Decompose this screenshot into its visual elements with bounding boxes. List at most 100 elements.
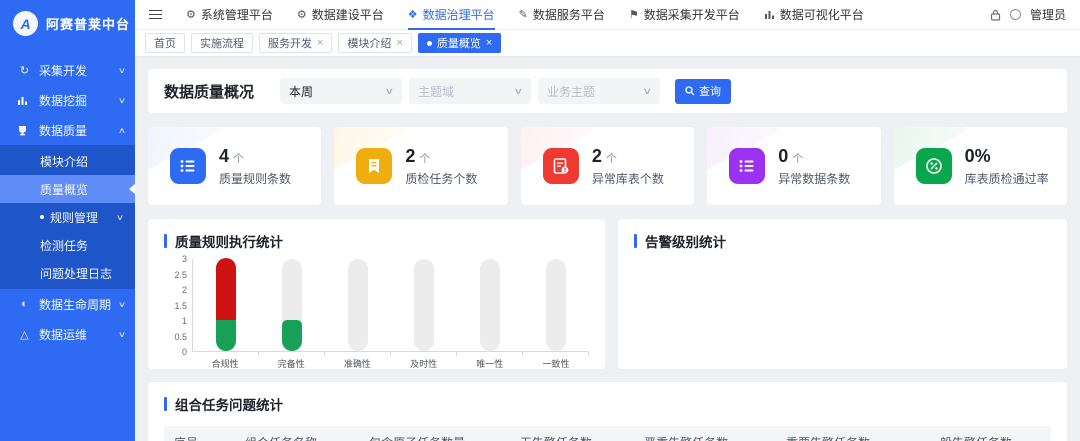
list-icon <box>729 148 765 184</box>
stat-cards-row: 4个 质量规则条数 2个 质检任务个数 2个 异常库表个数 <box>148 127 1067 205</box>
panel-title: 告警级别统计 <box>634 231 1051 251</box>
sidebar-item-quality-overview[interactable]: 质量概览 <box>0 175 135 203</box>
chevron-up-icon: ∧ <box>118 126 126 135</box>
sidebar: A 阿赛普莱中台 ↻ 采集开发 ∨ 数据挖掘 ∨ 数据质量 ∧ 模块介绍 <box>0 0 135 441</box>
y-tick-label: 2 <box>182 285 187 295</box>
sidebar-item-issue-log[interactable]: 问题处理日志 <box>0 259 135 287</box>
doc-alert-icon <box>543 148 579 184</box>
alert-level-panel: 告警级别统计 <box>618 219 1067 369</box>
pen-icon: ✎ <box>519 8 528 21</box>
percent-icon <box>916 148 952 184</box>
nav-item-data-service-platform[interactable]: ✎ 数据服务平台 <box>519 0 605 30</box>
y-tick-label: 1.5 <box>174 301 187 311</box>
stat-value: 0% <box>965 146 991 167</box>
sidebar-item-data-quality[interactable]: 数据质量 ∧ <box>0 115 135 145</box>
active-dot-icon <box>427 41 432 46</box>
column-header: 组合任务名称 <box>235 434 359 441</box>
subject-domain-select[interactable]: 主题域 ∨ <box>409 78 531 104</box>
tab-implementation-flow[interactable]: 实施流程 <box>191 33 253 53</box>
bookmark-icon <box>356 148 392 184</box>
sidebar-item-module-intro[interactable]: 模块介绍 <box>0 147 135 175</box>
title-marker <box>164 397 167 411</box>
y-tick-label: 0.5 <box>174 332 187 342</box>
chart-panels-row: 质量规则执行统计 00.511.522.53 合规性完备性准确性及时性唯一性一致… <box>148 219 1067 369</box>
chevron-down-icon: ∨ <box>118 300 126 309</box>
lifecycle-icon: ◐ <box>17 298 32 310</box>
chart-column <box>523 259 589 351</box>
bullet-dot-icon <box>40 215 44 219</box>
column-header: 一般告警任务数 <box>918 434 1051 441</box>
tab-quality-overview[interactable]: 质量概览 × <box>418 33 501 53</box>
list-icon <box>170 148 206 184</box>
nav-item-data-governance-platform[interactable]: ❖ 数据治理平台 <box>408 0 495 30</box>
chart-y-axis: 00.511.522.53 <box>164 259 192 352</box>
close-icon[interactable]: × <box>396 38 402 49</box>
sidebar-item-data-mining[interactable]: 数据挖掘 ∨ <box>0 85 135 115</box>
username-label[interactable]: 管理员 <box>1030 6 1066 23</box>
x-tick-label: 一致性 <box>523 357 589 370</box>
x-tick-label: 准确性 <box>324 357 390 370</box>
sidebar-item-detect-task[interactable]: 检测任务 <box>0 231 135 259</box>
refresh-icon: ↻ <box>17 64 32 77</box>
sidebar-item-data-ops[interactable]: △ 数据运维 ∨ <box>0 319 135 349</box>
stat-card-pass-rate[interactable]: 0% 库表质检通过率 <box>894 127 1067 205</box>
x-tick-label: 合规性 <box>192 357 258 370</box>
stat-value: 0 <box>778 146 788 167</box>
stat-unit: 个 <box>233 150 244 166</box>
x-tick-label: 完备性 <box>258 357 324 370</box>
top-navbar: ⚙ 系统管理平台 ⚙ 数据建设平台 ❖ 数据治理平台 ✎ 数据服务平台 ⚑ 数据… <box>135 0 1080 30</box>
chart-x-axis-labels: 合规性完备性准确性及时性唯一性一致性 <box>192 357 589 370</box>
tab-home[interactable]: 首页 <box>145 33 185 53</box>
chevron-down-icon: ∨ <box>643 86 653 97</box>
sidebar-item-collect-dev[interactable]: ↻ 采集开发 ∨ <box>0 55 135 85</box>
nav-item-data-visualization-platform[interactable]: 数据可视化平台 <box>764 0 864 30</box>
nav-item-data-collection-platform[interactable]: ⚑ 数据采集开发平台 <box>629 0 740 30</box>
composite-task-panel: 组合任务问题统计 序号 组合任务名称 包含原子任务数量 无告警任务数 严重告警任… <box>148 382 1067 441</box>
chart-bar-segment <box>216 320 236 351</box>
x-tick-label: 唯一性 <box>457 357 523 370</box>
column-header: 序号 <box>164 434 235 441</box>
nav-item-system-platform[interactable]: ⚙ 系统管理平台 <box>186 0 273 30</box>
gear-icon: ⚙ <box>297 8 307 21</box>
tab-module-intro[interactable]: 模块介绍 × <box>338 33 411 53</box>
stat-label: 异常数据条数 <box>778 170 850 187</box>
chart-column <box>325 259 391 351</box>
stat-unit: 个 <box>792 150 803 166</box>
business-topic-select[interactable]: 业务主题 ∨ <box>538 78 660 104</box>
triangle-icon: △ <box>17 328 32 341</box>
close-icon[interactable]: × <box>317 38 323 49</box>
x-tick-label: 及时性 <box>391 357 457 370</box>
lock-icon[interactable] <box>990 9 1001 21</box>
main-content: 数据质量概况 本周 ∨ 主题域 ∨ 业务主题 ∨ 查询 4个 质量规则条数 <box>135 57 1080 441</box>
stat-label: 质检任务个数 <box>405 170 477 187</box>
column-header: 无告警任务数 <box>510 434 634 441</box>
sidebar-menu: ↻ 采集开发 ∨ 数据挖掘 ∨ 数据质量 ∧ 模块介绍 质量概览 <box>0 55 135 349</box>
nav-item-data-construction-platform[interactable]: ⚙ 数据建设平台 <box>297 0 384 30</box>
stat-card-task-count[interactable]: 2个 质检任务个数 <box>334 127 507 205</box>
stat-unit: 个 <box>606 150 617 166</box>
gear-icon: ⚙ <box>186 8 196 21</box>
stat-card-abnormal-table-count[interactable]: 2个 异常库表个数 <box>521 127 694 205</box>
chart-plot-area <box>192 259 589 352</box>
chevron-down-icon: ∨ <box>116 213 124 222</box>
stat-card-abnormal-data-count[interactable]: 0个 异常数据条数 <box>707 127 880 205</box>
collapse-sidebar-icon[interactable] <box>149 10 162 20</box>
stat-card-rule-count[interactable]: 4个 质量规则条数 <box>148 127 321 205</box>
chevron-down-icon: ∨ <box>118 96 126 105</box>
sidebar-item-rule-management[interactable]: 规则管理 ∨ <box>0 203 135 231</box>
flag-icon: ⚑ <box>629 8 639 21</box>
stat-label: 质量规则条数 <box>219 170 291 187</box>
tab-service-dev[interactable]: 服务开发 × <box>259 33 332 53</box>
avatar[interactable] <box>1010 9 1021 20</box>
title-marker <box>634 234 637 248</box>
sidebar-item-data-lifecycle[interactable]: ◐ 数据生命周期 ∨ <box>0 289 135 319</box>
title-marker <box>164 234 167 248</box>
y-tick-label: 0 <box>182 347 187 357</box>
chevron-down-icon: ∨ <box>514 86 524 97</box>
time-range-select[interactable]: 本周 ∨ <box>280 78 402 104</box>
stat-label: 异常库表个数 <box>592 170 664 187</box>
tab-tag-bar: 首页 实施流程 服务开发 × 模块介绍 × 质量概览 × <box>135 30 1080 57</box>
search-button[interactable]: 查询 <box>675 79 731 104</box>
y-tick-label: 3 <box>182 254 187 264</box>
close-icon[interactable]: × <box>486 38 492 49</box>
